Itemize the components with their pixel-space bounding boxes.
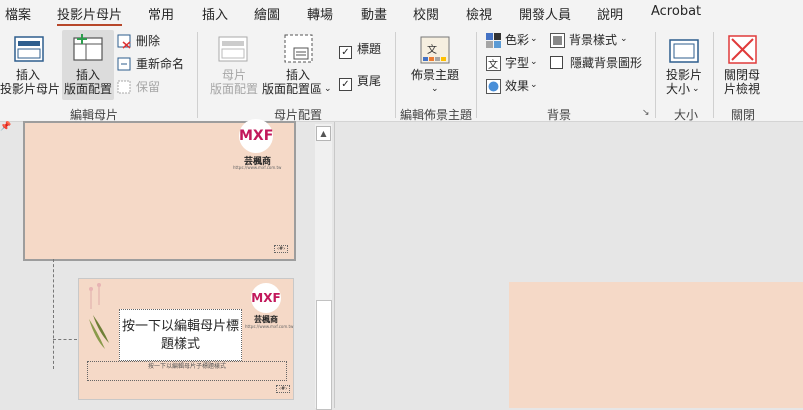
menu-slide-master[interactable]: 投影片母片 <box>57 4 123 27</box>
menu-help[interactable]: 說明 <box>597 4 623 23</box>
slide-master-icon <box>14 36 44 62</box>
menu-review[interactable]: 校閱 <box>413 4 439 23</box>
rename-icon <box>117 57 131 71</box>
menu-draw[interactable]: 繪圖 <box>254 4 280 23</box>
insert-layout-icon <box>73 34 103 61</box>
fonts-icon: 文 <box>486 56 501 71</box>
preserve-label: 保留 <box>136 80 161 94</box>
insert-layout-line2: 版面配置 <box>64 82 113 96</box>
close-group-label: 關閉 <box>731 108 756 122</box>
delete-icon <box>117 34 131 49</box>
menu-home[interactable]: 常用 <box>148 4 174 23</box>
dialog-launcher-icon[interactable]: ↘ <box>642 108 650 118</box>
insert-placeholder-line1: 插入 <box>286 68 311 82</box>
menu-transitions[interactable]: 轉場 <box>307 4 333 23</box>
slide-number-placeholder: ‹#› <box>274 245 289 253</box>
fonts-label: 字型 <box>505 56 530 70</box>
layout-subtitle-placeholder: 按一下以編輯母片子標題樣式 <box>87 361 287 381</box>
master-layout-button[interactable]: 母片 版面配置 <box>206 32 262 98</box>
scroll-up-icon[interactable]: ▲ <box>316 126 331 141</box>
insert-placeholder-button[interactable]: 插入 版面配置區 ⌄ <box>262 32 334 98</box>
size-group-label: 大小 <box>674 108 699 122</box>
logo-image: MXF <box>251 283 281 313</box>
layout-slide-thumbnail[interactable]: MXF 芸楓商 https://www.mxf.com.tw 按一下以編輯母片標… <box>78 278 294 400</box>
themes-icon: 文 <box>420 36 450 64</box>
tree-connector <box>53 259 54 369</box>
insert-slide-master-button[interactable]: 插入 投影片母片 <box>0 32 66 98</box>
brand-url: https://www.mxf.com.tw <box>233 165 282 170</box>
chevron-down-icon: ⌄ <box>431 84 439 94</box>
master-layout-line1: 母片 <box>222 68 247 82</box>
insert-placeholder-line2: 版面配置區 <box>262 82 323 96</box>
chevron-down-icon: ⌄ <box>324 84 332 94</box>
chevron-down-icon: ⌄ <box>692 84 700 94</box>
checkmark-icon: ✓ <box>339 78 352 91</box>
menu-insert[interactable]: 插入 <box>202 4 228 23</box>
close-master-view-button[interactable]: 關閉母 片檢視 <box>720 32 766 98</box>
insert-slide-master-line2: 投影片母片 <box>0 82 61 96</box>
svg-text:文: 文 <box>427 43 437 56</box>
ribbon-separator <box>713 32 714 118</box>
insert-layout-line1: 插入 <box>76 68 101 82</box>
slide-canvas[interactable] <box>509 282 803 408</box>
colors-icon <box>486 33 501 48</box>
edit-theme-group-label: 編輯佈景主題 <box>400 108 473 122</box>
rename-label: 重新命名 <box>136 57 185 71</box>
insert-layout-button[interactable]: 插入 版面配置 <box>62 30 114 100</box>
ribbon-separator <box>476 32 477 118</box>
scrollbar-thumb[interactable] <box>316 300 332 410</box>
checkbox-icon <box>550 56 563 69</box>
effects-icon <box>486 79 501 94</box>
tree-connector <box>53 339 77 340</box>
menu-file[interactable]: 檔案 <box>5 4 31 23</box>
background-styles-icon <box>550 33 565 48</box>
insert-placeholder-icon <box>284 34 313 63</box>
close-master-view-line2: 片檢視 <box>724 82 761 96</box>
slide-number-placeholder: ‹#› <box>276 385 291 393</box>
ribbon-separator <box>655 32 656 118</box>
menu-bar: 檔案 投影片母片 常用 插入 繪圖 轉場 動畫 校閱 檢視 開發人員 說明 Ac… <box>0 0 803 27</box>
preserve-icon <box>117 80 131 94</box>
decoration-leaves-image <box>89 283 109 349</box>
insert-slide-master-line1: 插入 <box>16 68 41 82</box>
close-icon <box>728 35 757 64</box>
brand-url: https://www.mxf.com.tw <box>245 324 294 329</box>
delete-label: 刪除 <box>136 34 161 48</box>
slide-size-line1: 投影片 <box>666 68 703 82</box>
checkmark-icon: ✓ <box>339 46 352 59</box>
pin-icon: 📌 <box>0 122 12 132</box>
title-checkbox-label: 標題 <box>357 42 382 56</box>
colors-label: 色彩 <box>505 33 530 47</box>
chevron-down-icon: ⌄ <box>620 34 628 44</box>
slide-size-icon <box>669 39 699 63</box>
slide-size-line2: 大小 <box>666 82 691 96</box>
hide-background-graphics-label: 隱藏背景圖形 <box>570 56 643 70</box>
ribbon-separator <box>197 32 198 118</box>
effects-label: 效果 <box>505 79 530 93</box>
master-layout-line2: 版面配置 <box>210 82 259 96</box>
chevron-down-icon: ⌄ <box>530 80 538 90</box>
background-styles-label: 背景樣式 <box>569 33 618 47</box>
themes-button[interactable]: 文 佈景主題 ⌄ <box>402 32 468 98</box>
chevron-down-icon: ⌄ <box>530 34 538 44</box>
master-layout-icon <box>218 36 248 62</box>
layout-title-placeholder: 按一下以編輯母片標題樣式 <box>119 309 242 361</box>
ribbon-separator <box>395 32 396 118</box>
menu-acrobat[interactable]: Acrobat <box>651 4 701 19</box>
chevron-down-icon: ⌄ <box>530 57 538 67</box>
themes-label: 佈景主題 <box>411 68 460 82</box>
menu-view[interactable]: 檢視 <box>466 4 492 23</box>
master-slide-thumbnail[interactable]: MXF 芸楓商 https://www.mxf.com.tw ‹#› <box>23 119 296 261</box>
svg-text:文: 文 <box>488 58 498 71</box>
background-group-label: 背景 <box>547 108 572 122</box>
footer-checkbox-label: 頁尾 <box>357 74 382 88</box>
menu-animations[interactable]: 動畫 <box>361 4 387 23</box>
menu-developer[interactable]: 開發人員 <box>519 4 571 23</box>
slide-size-button[interactable]: 投影片 大小 ⌄ <box>662 32 708 98</box>
close-master-view-line1: 關閉母 <box>724 68 761 82</box>
logo-image: MXF <box>239 119 273 153</box>
